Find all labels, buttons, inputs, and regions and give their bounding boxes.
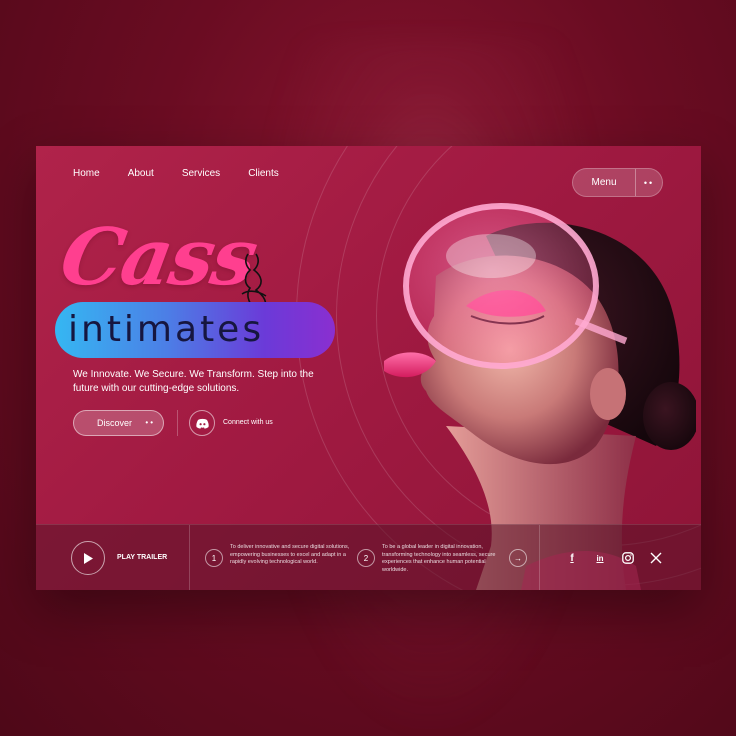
x-icon[interactable] — [649, 551, 663, 565]
discord-icon — [195, 418, 209, 429]
hero-tagline: We Innovate. We Secure. We Transform. St… — [73, 369, 314, 394]
facebook-icon[interactable]: f — [565, 551, 579, 565]
nav-clients[interactable]: Clients — [248, 168, 279, 179]
discover-label: Discover — [97, 418, 133, 428]
bottom-divider — [189, 525, 190, 590]
play-trailer-label[interactable]: PLAY TRAILER — [117, 554, 167, 561]
brand-wordmark: intimates — [68, 309, 265, 350]
instagram-icon[interactable] — [621, 551, 635, 565]
nav-home[interactable]: Home — [73, 168, 100, 179]
discover-button[interactable]: Discover •• — [73, 410, 164, 436]
linkedin-icon[interactable]: in — [593, 551, 607, 565]
bottom-bar: PLAY TRAILER 1 To deliver innovative and… — [36, 524, 701, 590]
main-nav: Home About Services Clients — [73, 168, 307, 179]
hero-card: Home About Services Clients Menu •• Cass… — [36, 146, 701, 590]
play-icon — [84, 552, 93, 564]
discord-button[interactable] — [189, 410, 215, 436]
divider — [177, 410, 178, 436]
bottom-divider — [539, 525, 540, 590]
next-arrow-button[interactable]: → — [509, 549, 527, 567]
discover-dots-icon: •• — [145, 418, 155, 427]
vision-text: To be a global leader in digital innovat… — [382, 544, 496, 573]
nav-about[interactable]: About — [128, 168, 154, 179]
arrow-right-icon: → — [514, 553, 522, 563]
nav-services[interactable]: Services — [182, 168, 220, 179]
mission-text: To deliver innovative and secure digital… — [230, 544, 350, 565]
play-trailer-button[interactable] — [71, 541, 105, 575]
mission-number: 1 — [205, 549, 223, 567]
brand-script-logo: Cass — [53, 212, 263, 303]
vision-number: 2 — [357, 549, 375, 567]
connect-link[interactable]: Connect with us — [223, 419, 273, 426]
